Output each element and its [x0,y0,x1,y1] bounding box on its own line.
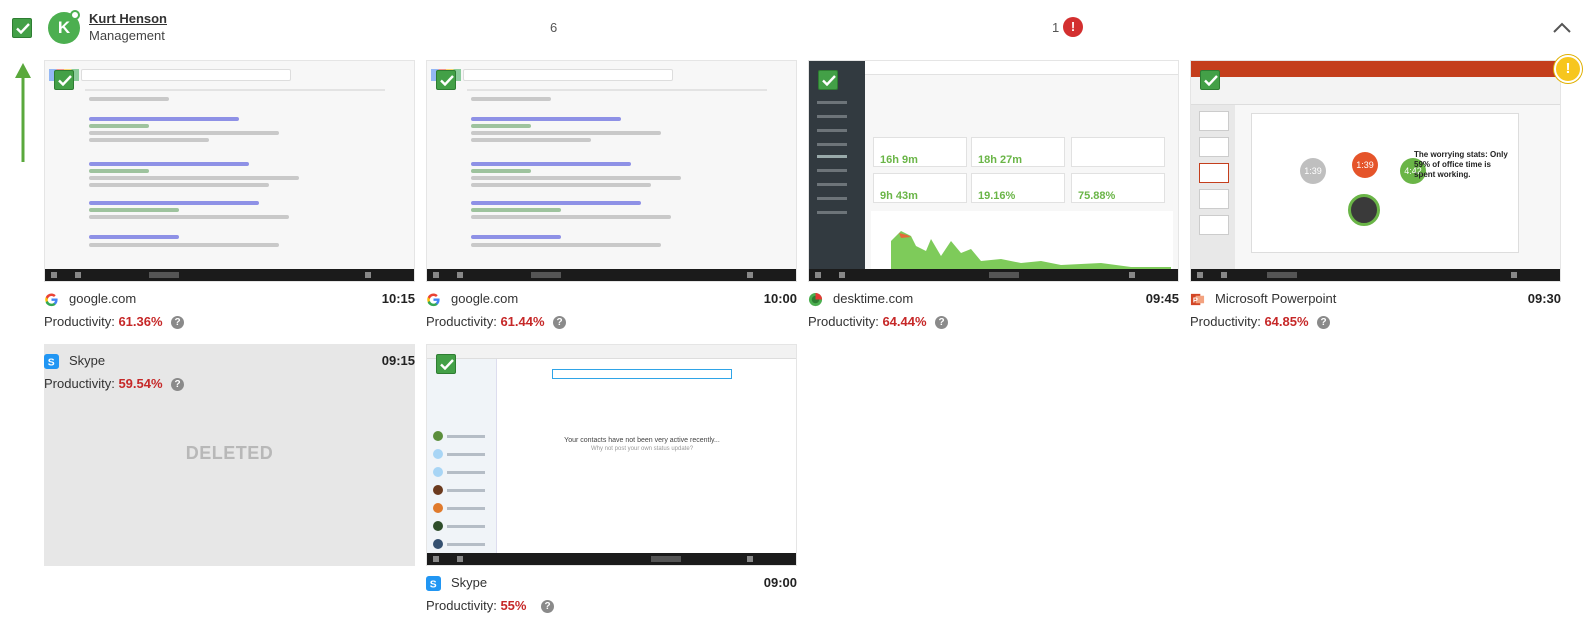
app-name: Microsoft Powerpoint [1215,291,1337,306]
app-name: google.com [69,291,137,306]
app-name: google.com [451,291,519,306]
screenshot-thumbnail[interactable] [426,60,797,282]
productivity-label: Productivity: 64.85% [1190,314,1309,329]
productivity-label: Productivity: 61.36% [44,314,163,329]
productivity-label: Productivity: 64.44% [808,314,927,329]
desktime-icon [808,292,823,307]
alert-count: 1 [1052,20,1060,35]
desktime-sidebar [809,61,865,271]
screenshot-thumbnail[interactable]: 1:39 1:39 4:42 The worrying stats: Only … [1190,60,1561,282]
screenshot-time: 10:00 [763,291,797,306]
app-name: desktime.com [833,291,914,306]
app-name: Skype [451,575,488,590]
svg-text:S: S [48,357,55,368]
productivity-value: 64.85% [1264,314,1309,329]
productivity-value: 64.44% [882,314,927,329]
skype-icon: S [44,354,59,369]
help-icon[interactable]: ? [553,316,566,329]
screenshot-card: 1:39 1:39 4:42 The worrying stats: Only … [1190,60,1561,334]
warning-icon[interactable]: ! [1554,55,1582,83]
screenshot-thumbnail[interactable]: Your contacts have not been very active … [426,344,797,566]
alert-icon[interactable]: ! [1063,17,1083,37]
deleted-label: DELETED [185,443,274,463]
screenshot-card: Your contacts have not been very active … [426,344,797,618]
skype-search [552,369,732,379]
powerpoint-icon: P [1190,293,1205,306]
screenshot-thumbnail[interactable]: 16h 9m 18h 27m 9h 43m 19.16% 75.88% [808,60,1179,282]
productivity-label: Productivity: 55% [426,598,527,613]
checkmark-icon [58,75,72,86]
checkmark-icon [440,75,454,86]
arrow-up-icon [15,63,31,162]
productivity-label: Productivity: 59.54% [44,376,163,391]
online-status-dot [70,10,80,20]
skype-empty-message: Your contacts have not been very active … [564,437,720,444]
select-all-checkbox[interactable] [12,18,32,38]
slide-panel [1191,105,1235,271]
screenshot-count: 6 [550,20,558,35]
productivity-value: 61.44% [500,314,545,329]
user-name-link[interactable]: Kurt Henson [89,11,167,26]
screenshot-checkbox[interactable] [818,70,838,90]
productivity-value: 55% [500,598,527,613]
collapse-button[interactable] [1552,18,1572,38]
screenshot-checkbox[interactable] [1200,70,1220,90]
screenshot-checkbox[interactable] [436,70,456,90]
skype-empty-hint: Why not post your own status update? [590,446,694,452]
screenshot-time: 10:15 [381,291,415,306]
screenshot-card: DELETED S Skype 09:15 Productivity: 59.5… [44,344,415,566]
chevron-up-icon [1553,22,1571,33]
search-bar [81,69,291,81]
app-name: Skype [69,353,106,368]
help-icon[interactable]: ? [1317,316,1330,329]
checkmark-icon [1204,75,1218,86]
screenshot-card: 16h 9m 18h 27m 9h 43m 19.16% 75.88% desk… [808,60,1179,334]
google-icon [45,293,58,307]
screenshot-time: 09:30 [1527,291,1561,306]
svg-text:P: P [1193,295,1198,304]
productivity-chart [871,211,1173,269]
help-icon[interactable]: ? [541,600,554,613]
screenshot-time: 09:45 [1145,291,1179,306]
checkmark-icon [16,23,30,34]
productivity-label: Productivity: 61.44% [426,314,545,329]
productivity-value: 61.36% [118,314,163,329]
svg-text:S: S [430,579,437,590]
screenshot-checkbox[interactable] [54,70,74,90]
screenshot-checkbox[interactable] [436,354,456,374]
user-header: K Kurt Henson Management 6 1 ! [0,0,1590,56]
screenshot-thumbnail[interactable] [44,60,415,282]
help-icon[interactable]: ? [935,316,948,329]
productivity-value: 59.54% [118,376,163,391]
help-icon[interactable]: ? [171,378,184,391]
google-icon [427,293,440,307]
screenshot-card: google.com 10:00 Productivity: 61.44% ? [426,60,797,334]
checkmark-icon [822,75,836,86]
checkmark-icon [440,359,454,370]
powerpoint-ribbon [1191,61,1560,77]
screenshot-card: google.com 10:15 Productivity: 61.36% ? [44,60,415,334]
user-department: Management [89,28,165,43]
skype-contacts-panel [427,359,497,555]
slide-canvas: 1:39 1:39 4:42 The worrying stats: Only … [1251,113,1519,253]
screenshot-time: 09:00 [763,575,797,590]
screenshot-time: 09:15 [381,353,415,368]
help-icon[interactable]: ? [171,316,184,329]
search-bar [463,69,673,81]
skype-icon: S [426,576,441,591]
